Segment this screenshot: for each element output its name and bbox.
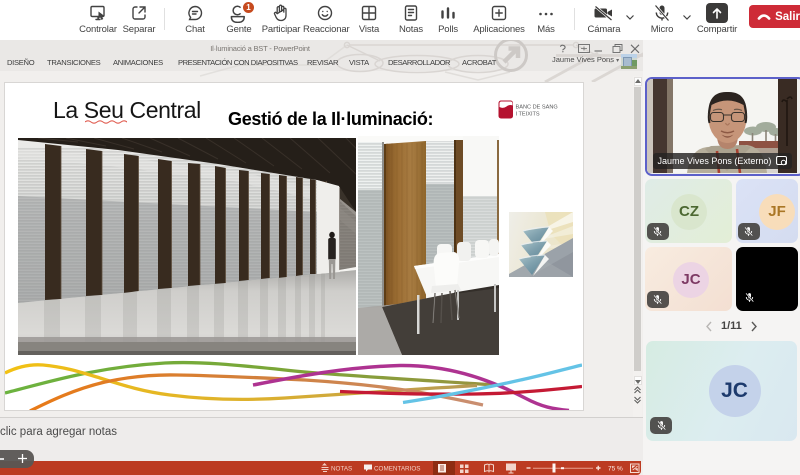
svg-text:BANC DE SANG: BANC DE SANG <box>516 105 558 111</box>
svg-text:COMENTARIOS: COMENTARIOS <box>374 466 420 473</box>
svg-text:I TEIXITS: I TEIXITS <box>516 111 540 117</box>
svg-text:NOTAS: NOTAS <box>331 466 352 473</box>
svg-text:75 %: 75 % <box>608 466 623 473</box>
